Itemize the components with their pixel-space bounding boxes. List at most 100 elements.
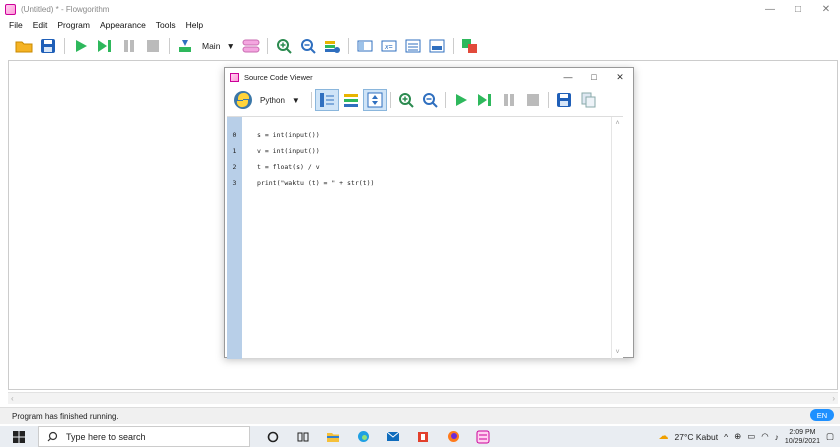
scroll-left-icon[interactable]: ‹ [11,394,14,403]
pause-icon [124,40,134,52]
file-explorer-icon[interactable] [318,426,348,447]
open-folder-button[interactable] [12,35,36,57]
dialog-run-button[interactable] [449,89,473,111]
minimize-button[interactable]: — [756,0,784,18]
pause-button[interactable] [117,35,141,57]
step-icon [98,40,111,52]
zoom-in-button[interactable] [272,35,296,57]
code-text: print("waktu (t) = " + str(t)) [257,179,375,187]
zoom-in-icon [398,93,414,108]
edge-icon[interactable] [348,426,378,447]
menu-program[interactable]: Program [52,20,95,30]
scroll-down-icon[interactable]: ˅ [615,349,619,356]
dialog-pause-button[interactable] [497,89,521,111]
code-line: 2 t = float(s) / v [227,159,607,175]
play-icon [455,94,467,106]
line-numbers-toggle[interactable] [314,89,339,111]
scroll-up-icon[interactable]: ˄ [615,120,619,127]
dialog-step-button[interactable] [473,89,497,111]
fit-icon [367,92,383,108]
clock-time: 2:09 PM [789,428,816,436]
menu-edit[interactable]: Edit [28,20,53,30]
mail-icon[interactable] [378,426,408,447]
wifi-icon[interactable]: ◠ [761,431,768,442]
dialog-zoom-in-button[interactable] [394,89,418,111]
zoom-out-button[interactable] [296,35,320,57]
dialog-save-button[interactable] [552,89,576,111]
taskbar-search[interactable]: Type here to search [38,426,250,447]
toolbar-divider [444,92,446,108]
vertical-scrollbar[interactable]: ˄ ˅ [611,117,623,359]
dialog-stop-button[interactable] [521,89,545,111]
variables-button[interactable] [320,35,344,57]
code-line: 3 print("waktu (t) = " + str(t)) [227,175,607,191]
dialog-title: Source Code Viewer [244,72,313,82]
dialog-minimize-button[interactable]: — [555,68,581,86]
step-button[interactable] [93,35,117,57]
functions-button[interactable] [239,35,263,57]
status-message: Program has finished running. [12,411,119,421]
toolbar-divider [389,92,391,108]
flowgorithm-taskbar-icon[interactable] [468,426,498,447]
menu-help[interactable]: Help [181,20,208,30]
step-icon [477,94,491,106]
horizontal-scrollbar[interactable]: ‹ › [8,392,838,404]
watch-icon: x= [381,40,397,52]
translate-button[interactable] [458,35,482,57]
highlight-icon [343,94,358,107]
speaker-icon[interactable]: ♪ [775,432,779,442]
source-code-viewer-dialog: Source Code Viewer — □ ✕ Python ▼ 0 s = … [224,67,634,359]
dialog-zoom-out-button[interactable] [418,89,442,111]
stop-button[interactable] [141,35,165,57]
variables-icon [324,41,340,53]
toolbar-divider [310,92,312,108]
function-select[interactable]: Main ▼ [198,41,239,51]
firefox-icon[interactable] [438,426,468,447]
maximize-button[interactable]: □ [784,0,812,18]
dialog-maximize-button[interactable]: □ [581,68,607,86]
office-icon[interactable] [408,426,438,447]
line-numbers-icon [319,93,334,107]
dialog-copy-button[interactable] [576,89,600,111]
code-editor[interactable]: 0 s = int(input()) 1 v = int(input()) 2 … [227,116,623,359]
folder-icon [15,41,33,53]
run-button[interactable] [69,35,93,57]
start-button[interactable] [0,426,38,447]
dialog-titlebar: Source Code Viewer — □ ✕ [225,68,633,86]
language-select[interactable]: Python ▼ [233,90,308,110]
network-icon[interactable]: ⊕ [734,431,741,442]
notification-icon[interactable]: ▢ [826,431,834,442]
zoom-out-icon [300,39,316,54]
language-badge[interactable]: EN [810,409,834,421]
taskbar: Type here to search ☁ 27°C Kabut ^ ⊕ ▭ ◠… [0,426,840,447]
chevron-up-icon[interactable]: ^ [724,432,728,442]
system-tray: ☁ 27°C Kabut ^ ⊕ ▭ ◠ ♪ 2:09 PM 10/29/202… [659,426,840,447]
floppy-icon [41,39,55,53]
menu-tools[interactable]: Tools [151,20,181,30]
fit-view-toggle[interactable] [362,89,387,111]
window-controls: — □ ✕ [756,0,840,18]
scroll-right-icon[interactable]: › [832,394,835,403]
layout-button[interactable] [174,35,198,57]
pause-icon [503,94,514,106]
layout-icon [179,40,191,52]
translate-icon [461,39,477,53]
dialog-close-button[interactable]: ✕ [607,68,633,86]
close-button[interactable]: ✕ [812,0,840,18]
source-code-button[interactable] [401,35,425,57]
chart-button[interactable] [425,35,449,57]
task-view-icon[interactable] [288,426,318,447]
clock[interactable]: 2:09 PM 10/29/2021 [785,428,820,446]
window-icon [429,39,445,53]
weather-text[interactable]: 27°C Kabut [675,432,719,442]
cortana-icon[interactable] [258,426,288,447]
save-button[interactable] [36,35,60,57]
watch-button[interactable]: x= [377,35,401,57]
battery-icon[interactable]: ▭ [747,431,755,442]
menu-appearance[interactable]: Appearance [95,20,151,30]
syntax-highlight-toggle[interactable] [339,89,363,111]
menu-file[interactable]: File [4,20,28,30]
console-button[interactable] [353,35,377,57]
toolbar-divider [347,38,349,54]
play-icon [76,40,87,52]
